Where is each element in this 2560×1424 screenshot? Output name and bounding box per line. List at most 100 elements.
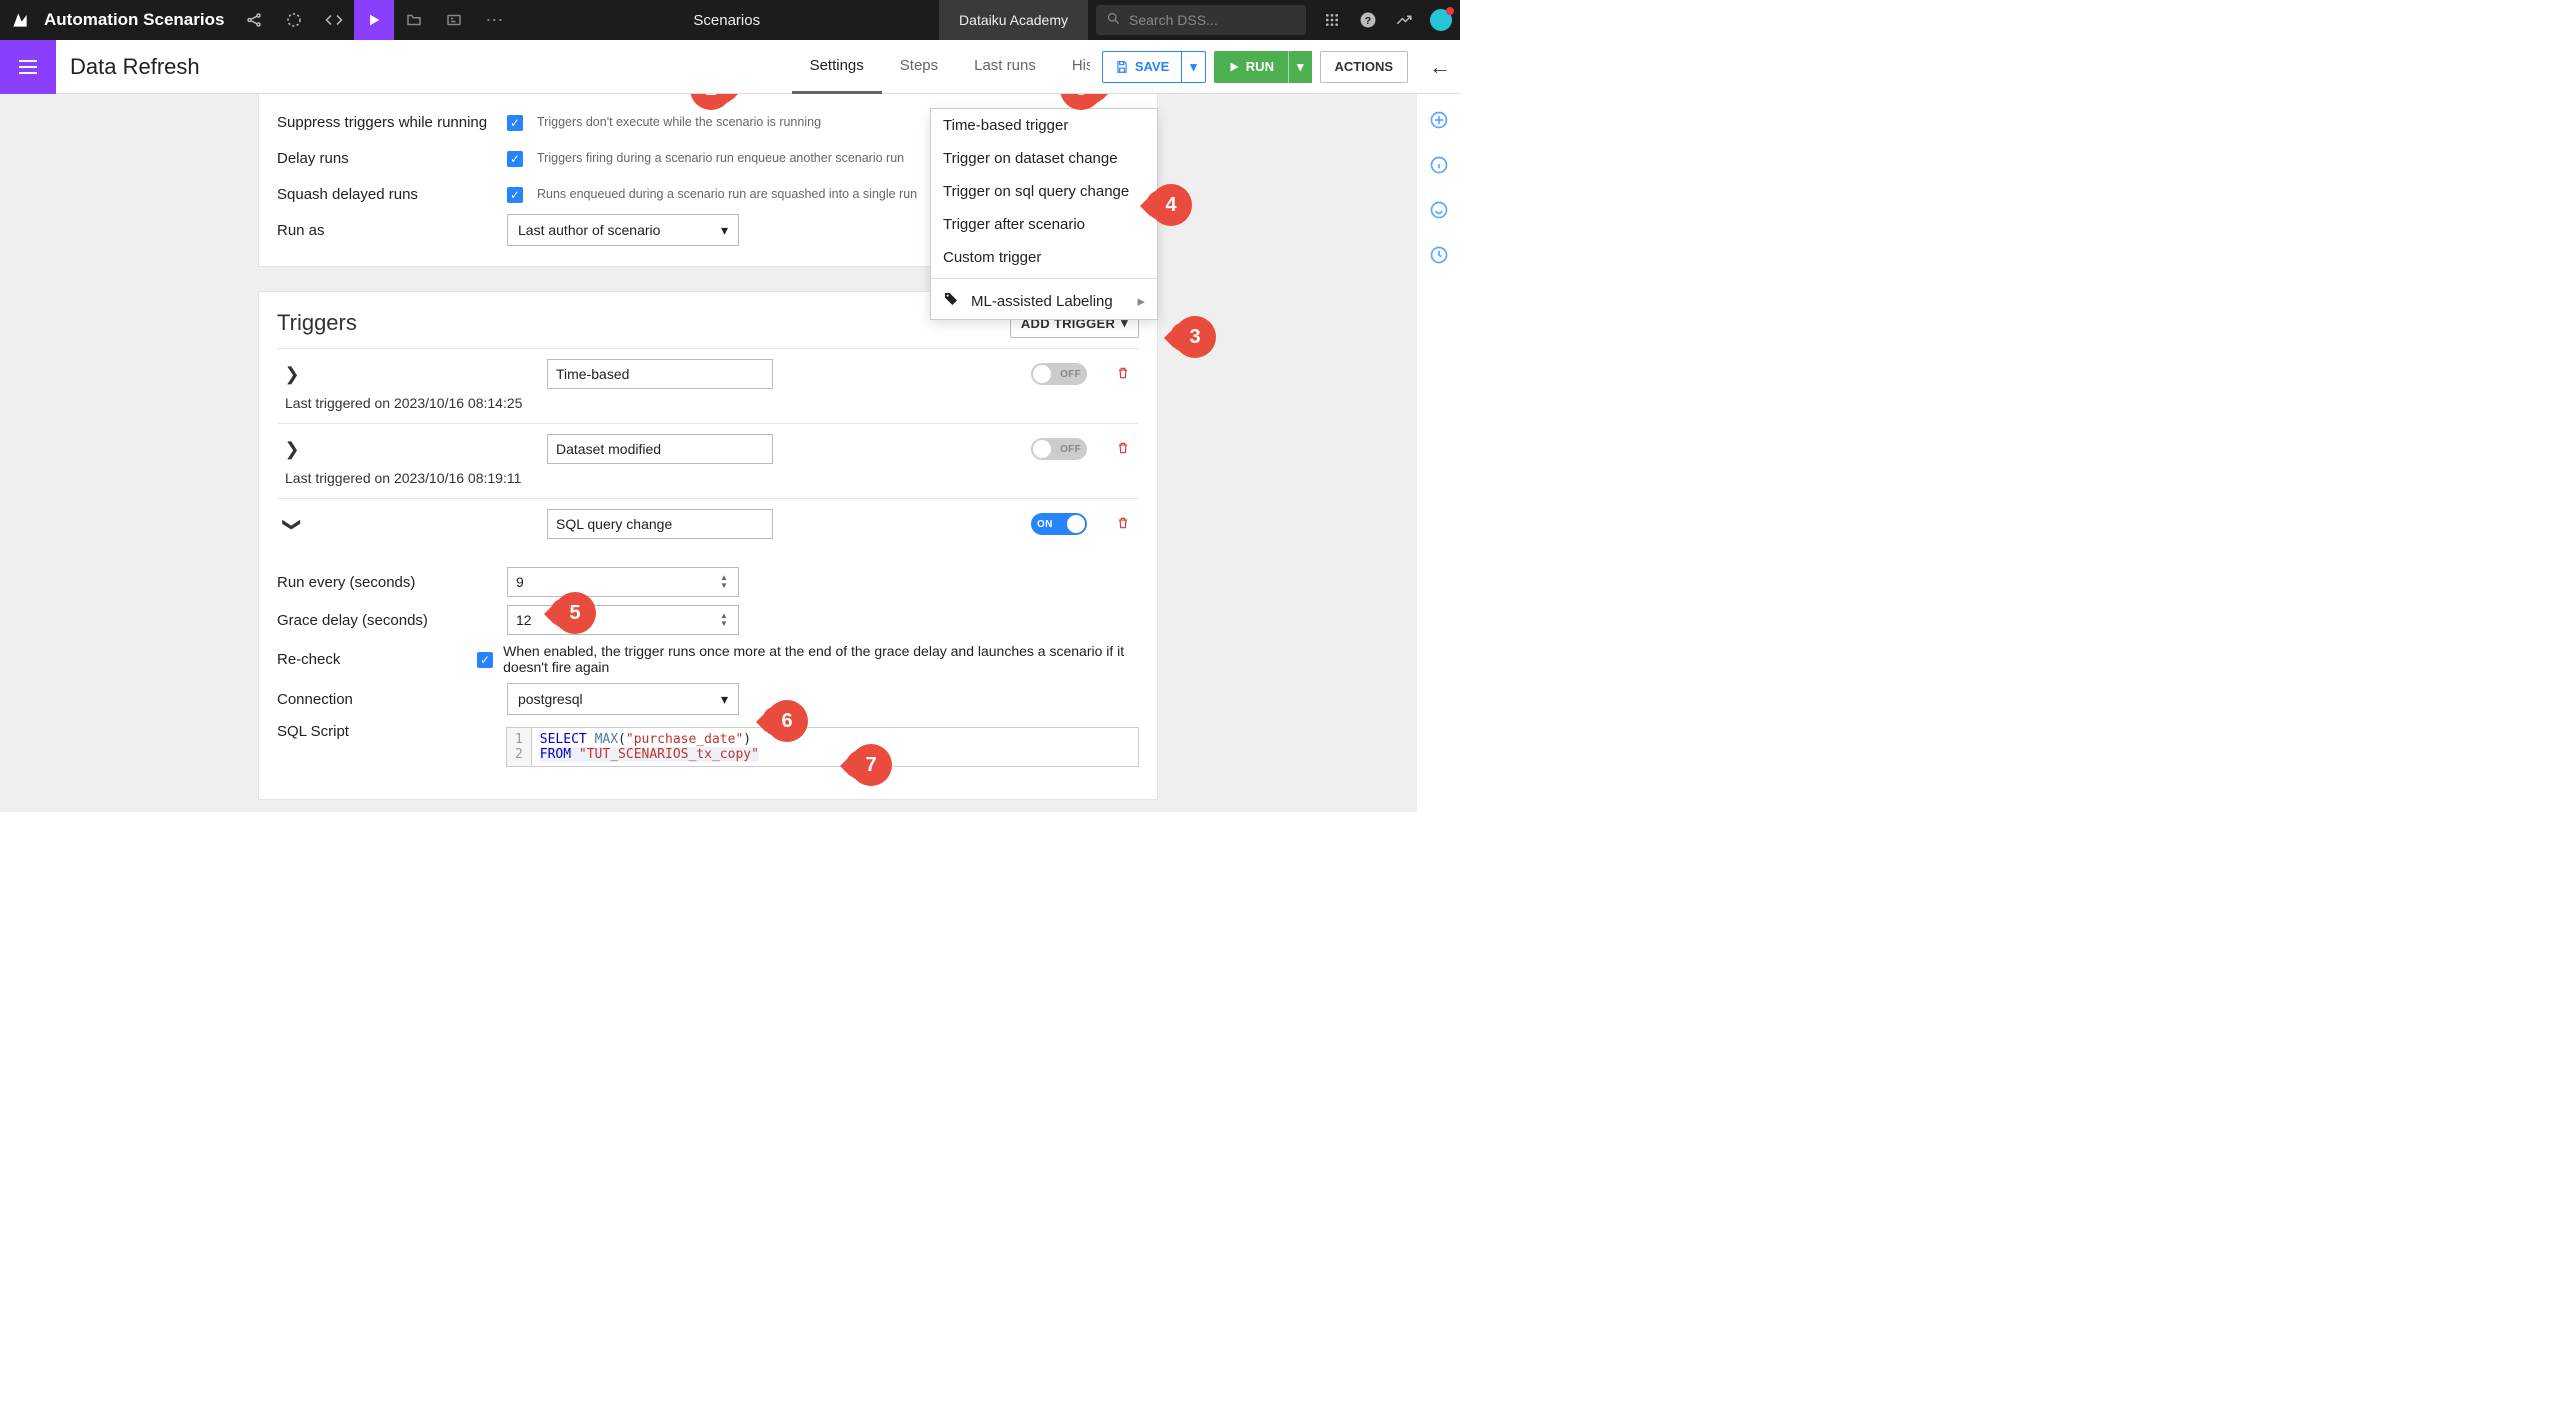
tab-last-runs[interactable]: Last runs	[956, 40, 1054, 94]
trigger-toggle[interactable]: OFF	[1031, 438, 1087, 460]
subheader: Data Refresh Settings Steps Last runs Hi…	[0, 40, 1460, 94]
expand-icon[interactable]: ❯	[277, 439, 307, 460]
recheck-label: Re-check	[277, 651, 477, 668]
trigger-row: ❯ Dataset modified OFF Last triggered on…	[277, 423, 1139, 498]
runas-label: Run as	[277, 222, 507, 239]
main: Suppress triggers while running ✓ Trigge…	[0, 94, 1460, 812]
last-triggered-text: Last triggered on 2023/10/16 08:14:25	[277, 389, 1139, 413]
center-nav[interactable]: Scenarios	[514, 12, 939, 29]
run-button[interactable]: RUN ▾	[1214, 51, 1312, 83]
last-triggered-text: Last triggered on 2023/10/16 08:19:11	[277, 464, 1139, 488]
search-input[interactable]: Search DSS...	[1096, 5, 1306, 35]
save-caret[interactable]: ▾	[1181, 52, 1205, 82]
expand-icon[interactable]: ❯	[277, 364, 307, 385]
project-name[interactable]: Automation Scenarios	[40, 10, 234, 30]
topbar: Automation Scenarios ⋯ Scenarios Dataiku…	[0, 0, 1460, 40]
delay-label: Delay runs	[277, 150, 507, 167]
grace-delay-label: Grace delay (seconds)	[277, 612, 507, 629]
save-button[interactable]: SAVE ▾	[1102, 51, 1206, 83]
add-circle-icon[interactable]	[1429, 110, 1449, 135]
content-area: Suppress triggers while running ✓ Trigge…	[0, 94, 1416, 812]
play-icon[interactable]	[354, 0, 394, 40]
more-icon[interactable]: ⋯	[474, 0, 514, 40]
apps-icon[interactable]	[1314, 12, 1350, 28]
trend-icon[interactable]	[1386, 11, 1422, 29]
connection-select[interactable]: postgresql▾	[507, 683, 739, 715]
run-every-label: Run every (seconds)	[277, 574, 507, 591]
delete-trigger-button[interactable]	[1107, 516, 1139, 533]
right-icons: ?	[1314, 9, 1460, 31]
triggers-title: Triggers	[277, 310, 357, 336]
squash-checkbox[interactable]: ✓	[507, 187, 523, 203]
gutter: 12	[507, 728, 532, 766]
search-icon	[1106, 11, 1121, 29]
caret-down-icon: ▾	[721, 222, 728, 239]
triggers-panel: Triggers ADD TRIGGER▾ ❯ Time-based OFF L…	[258, 291, 1158, 800]
help-icon[interactable]: ?	[1350, 11, 1386, 29]
trigger-toggle[interactable]: OFF	[1031, 363, 1087, 385]
suppress-label: Suppress triggers while running	[277, 114, 507, 131]
dataiku-logo[interactable]	[0, 10, 40, 30]
delete-trigger-button[interactable]	[1107, 441, 1139, 458]
folder-icon[interactable]	[394, 0, 434, 40]
trigger-name-input[interactable]: SQL query change	[547, 509, 773, 539]
tab-settings[interactable]: Settings	[792, 40, 882, 94]
share-icon[interactable]	[234, 0, 274, 40]
search-placeholder: Search DSS...	[1129, 12, 1218, 28]
chat-circle-icon[interactable]	[1429, 200, 1449, 225]
trigger-name-input[interactable]: Dataset modified	[547, 434, 773, 464]
callout-4: 4	[1150, 184, 1192, 226]
recheck-checkbox[interactable]: ✓	[477, 652, 493, 668]
stepper-icon[interactable]: ▲▼	[720, 574, 736, 590]
squash-help: Runs enqueued during a scenario run are …	[537, 187, 917, 201]
actions-button[interactable]: ACTIONS	[1320, 51, 1409, 83]
dropdown-ml-labeling[interactable]: ML-assisted Labeling ▸	[931, 283, 1157, 319]
user-avatar[interactable]	[1430, 9, 1452, 31]
code-icon[interactable]	[314, 0, 354, 40]
collapse-icon[interactable]: ❯	[282, 509, 303, 539]
svg-text:?: ?	[1365, 15, 1371, 27]
squash-label: Squash delayed runs	[277, 186, 507, 203]
dropdown-sql-change[interactable]: Trigger on sql query change	[931, 175, 1157, 208]
sql-editor[interactable]: 12 SELECT MAX("purchase_date") FROM "TUT…	[506, 727, 1139, 767]
settings-panel: Suppress triggers while running ✓ Trigge…	[258, 94, 1158, 267]
chevron-right-icon: ▸	[1137, 292, 1145, 310]
scenarios-list-icon[interactable]	[0, 40, 56, 94]
caret-down-icon: ▾	[721, 691, 728, 708]
trigger-name-input[interactable]: Time-based	[547, 359, 773, 389]
callout-5: 5	[554, 592, 596, 634]
dropdown-time-based[interactable]: Time-based trigger	[931, 109, 1157, 142]
stepper-icon[interactable]: ▲▼	[720, 612, 736, 628]
dashboard-icon[interactable]	[434, 0, 474, 40]
delay-help: Triggers firing during a scenario run en…	[537, 151, 904, 165]
callout-6: 6	[766, 700, 808, 742]
delay-checkbox[interactable]: ✓	[507, 151, 523, 167]
trigger-row: ❯ Time-based OFF Last triggered on 2023/…	[277, 348, 1139, 423]
academy-label[interactable]: Dataiku Academy	[939, 0, 1088, 40]
flow-icon[interactable]	[274, 0, 314, 40]
dropdown-after-scenario[interactable]: Trigger after scenario	[931, 208, 1157, 241]
right-rail	[1416, 94, 1460, 812]
suppress-checkbox[interactable]: ✓	[507, 115, 523, 131]
run-caret[interactable]: ▾	[1288, 51, 1312, 83]
recheck-help: When enabled, the trigger runs once more…	[503, 643, 1139, 675]
runas-select[interactable]: Last author of scenario▾	[507, 214, 739, 246]
run-every-input[interactable]: 9▲▼	[507, 567, 739, 597]
tab-history[interactable]: History	[1054, 40, 1090, 94]
trigger-row-expanded: ❯ SQL query change ON Run every (seconds…	[277, 498, 1139, 781]
add-trigger-dropdown: Time-based trigger Trigger on dataset ch…	[930, 108, 1158, 320]
tags-icon	[943, 291, 959, 311]
info-circle-icon[interactable]	[1429, 155, 1449, 180]
back-arrow-icon[interactable]: ←	[1420, 54, 1460, 80]
trigger-toggle[interactable]: ON	[1031, 513, 1087, 535]
suppress-help: Triggers don't execute while the scenari…	[537, 115, 821, 129]
delete-trigger-button[interactable]	[1107, 366, 1139, 383]
dropdown-dataset-change[interactable]: Trigger on dataset change	[931, 142, 1157, 175]
tab-steps[interactable]: Steps	[882, 40, 956, 94]
callout-3: 3	[1174, 316, 1216, 358]
callout-7: 7	[850, 744, 892, 786]
scenario-title: Data Refresh	[56, 54, 200, 80]
sql-script-label: SQL Script	[277, 723, 506, 740]
dropdown-custom[interactable]: Custom trigger	[931, 241, 1157, 274]
clock-circle-icon[interactable]	[1429, 245, 1449, 270]
